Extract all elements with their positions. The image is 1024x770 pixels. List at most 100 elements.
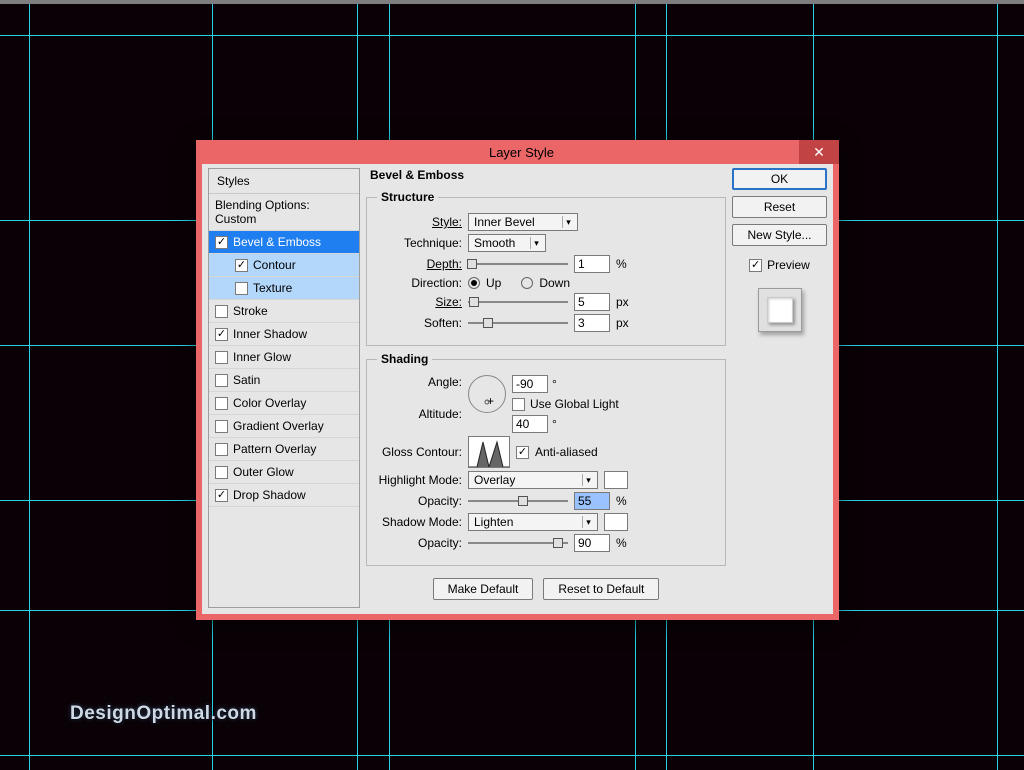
dropdown-value: Lighten: [474, 515, 513, 529]
shadow-opacity-input[interactable]: 90: [574, 534, 610, 552]
highlight-opacity-label: Opacity:: [377, 494, 462, 508]
sidebar-header[interactable]: Styles: [209, 169, 359, 194]
direction-up-label: Up: [486, 276, 501, 290]
checkbox-icon[interactable]: [215, 420, 228, 433]
highlight-mode-label: Highlight Mode:: [377, 473, 462, 487]
style-item-color-overlay[interactable]: Color Overlay: [209, 392, 359, 415]
guide-horizontal: [0, 755, 1024, 756]
checkbox-icon[interactable]: [215, 489, 228, 502]
size-slider[interactable]: [468, 295, 568, 309]
direction-down-radio[interactable]: [521, 277, 533, 289]
new-style-button[interactable]: New Style...: [732, 224, 827, 246]
make-default-button[interactable]: Make Default: [433, 578, 534, 600]
style-item-label: Stroke: [233, 304, 268, 318]
style-item-label: Satin: [233, 373, 260, 387]
crosshair-icon: +: [487, 394, 488, 395]
close-icon: ✕: [813, 144, 825, 161]
checkbox-icon[interactable]: [215, 305, 228, 318]
direction-down-label: Down: [539, 276, 570, 290]
checkbox-icon[interactable]: [215, 443, 228, 456]
checkbox-icon[interactable]: [215, 236, 228, 249]
app-top-bar: [0, 0, 1024, 4]
panel-title: Bevel & Emboss: [366, 168, 726, 184]
reset-to-default-button[interactable]: Reset to Default: [543, 578, 659, 600]
highlight-opacity-unit: %: [616, 494, 634, 508]
style-item-inner-glow[interactable]: Inner Glow: [209, 346, 359, 369]
close-button[interactable]: ✕: [799, 140, 839, 164]
direction-label: Direction:: [377, 276, 462, 290]
depth-slider[interactable]: [468, 257, 568, 271]
preview-inner-icon: [767, 297, 793, 323]
reset-button[interactable]: Reset: [732, 196, 827, 218]
gloss-contour-picker[interactable]: [468, 436, 510, 468]
checkbox-icon[interactable]: [215, 328, 228, 341]
dialog-titlebar[interactable]: Layer Style ✕: [196, 140, 839, 164]
style-item-label: Contour: [253, 258, 296, 272]
style-item-label: Bevel & Emboss: [233, 235, 321, 249]
direction-up-radio[interactable]: [468, 277, 480, 289]
angle-input[interactable]: -90: [512, 375, 548, 393]
shadow-color-swatch[interactable]: [604, 513, 628, 531]
style-item-contour[interactable]: Contour: [209, 254, 359, 277]
style-item-satin[interactable]: Satin: [209, 369, 359, 392]
checkbox-icon[interactable]: [215, 397, 228, 410]
dropdown-value: Overlay: [474, 473, 515, 487]
style-item-bevel-emboss[interactable]: Bevel & Emboss: [209, 231, 359, 254]
style-item-pattern-overlay[interactable]: Pattern Overlay: [209, 438, 359, 461]
soften-input[interactable]: 3: [574, 314, 610, 332]
dropdown-value: Smooth: [474, 236, 515, 250]
style-item-outer-glow[interactable]: Outer Glow: [209, 461, 359, 484]
highlight-mode-dropdown[interactable]: Overlay ▾: [468, 471, 598, 489]
highlight-color-swatch[interactable]: [604, 471, 628, 489]
shading-group: Shading Angle: Altitude: + -90 °: [366, 352, 726, 566]
technique-label: Technique:: [377, 236, 462, 250]
checkbox-icon[interactable]: [215, 466, 228, 479]
soften-slider[interactable]: [468, 316, 568, 330]
chevron-down-icon: ▾: [530, 237, 542, 249]
style-item-texture[interactable]: Texture: [209, 277, 359, 300]
shadow-opacity-label: Opacity:: [377, 536, 462, 550]
size-input[interactable]: 5: [574, 293, 610, 311]
highlight-opacity-slider[interactable]: [468, 494, 568, 508]
styles-sidebar: Styles Blending Options: Custom Bevel & …: [208, 168, 360, 608]
preview-thumbnail: [758, 288, 802, 332]
altitude-unit: °: [552, 417, 557, 431]
style-item-stroke[interactable]: Stroke: [209, 300, 359, 323]
structure-group: Structure Style: Inner Bevel ▾ Technique…: [366, 190, 726, 346]
ok-button[interactable]: OK: [732, 168, 827, 190]
technique-dropdown[interactable]: Smooth ▾: [468, 234, 546, 252]
settings-panel: Bevel & Emboss Structure Style: Inner Be…: [366, 168, 726, 608]
shadow-opacity-slider[interactable]: [468, 536, 568, 550]
style-dropdown[interactable]: Inner Bevel ▾: [468, 213, 578, 231]
highlight-opacity-input[interactable]: 55: [574, 492, 610, 510]
global-light-label: Use Global Light: [530, 397, 619, 411]
checkbox-icon[interactable]: [235, 282, 248, 295]
layer-style-dialog: Layer Style ✕ Styles Blending Options: C…: [196, 140, 839, 620]
size-label: Size:: [377, 295, 462, 309]
preview-checkbox[interactable]: [749, 259, 762, 272]
style-item-gradient-overlay[interactable]: Gradient Overlay: [209, 415, 359, 438]
chevron-down-icon: ▾: [582, 474, 594, 486]
preview-label: Preview: [767, 258, 810, 272]
anti-aliased-checkbox[interactable]: [516, 446, 529, 459]
size-unit: px: [616, 295, 634, 309]
style-item-label: Color Overlay: [233, 396, 306, 410]
checkbox-icon[interactable]: [215, 351, 228, 364]
style-label: Style:: [377, 215, 462, 229]
depth-input[interactable]: 1: [574, 255, 610, 273]
shadow-mode-dropdown[interactable]: Lighten ▾: [468, 513, 598, 531]
chevron-down-icon: ▾: [562, 216, 574, 228]
style-item-label: Texture: [253, 281, 292, 295]
dropdown-value: Inner Bevel: [474, 215, 535, 229]
blending-options-item[interactable]: Blending Options: Custom: [209, 194, 359, 231]
soften-unit: px: [616, 316, 634, 330]
style-item-drop-shadow[interactable]: Drop Shadow: [209, 484, 359, 507]
checkbox-icon[interactable]: [215, 374, 228, 387]
angle-wheel[interactable]: +: [468, 375, 506, 413]
style-item-label: Inner Shadow: [233, 327, 307, 341]
global-light-checkbox[interactable]: [512, 398, 525, 411]
altitude-input[interactable]: 40: [512, 415, 548, 433]
dialog-action-column: OK Reset New Style... Preview: [732, 168, 827, 608]
style-item-inner-shadow[interactable]: Inner Shadow: [209, 323, 359, 346]
checkbox-icon[interactable]: [235, 259, 248, 272]
